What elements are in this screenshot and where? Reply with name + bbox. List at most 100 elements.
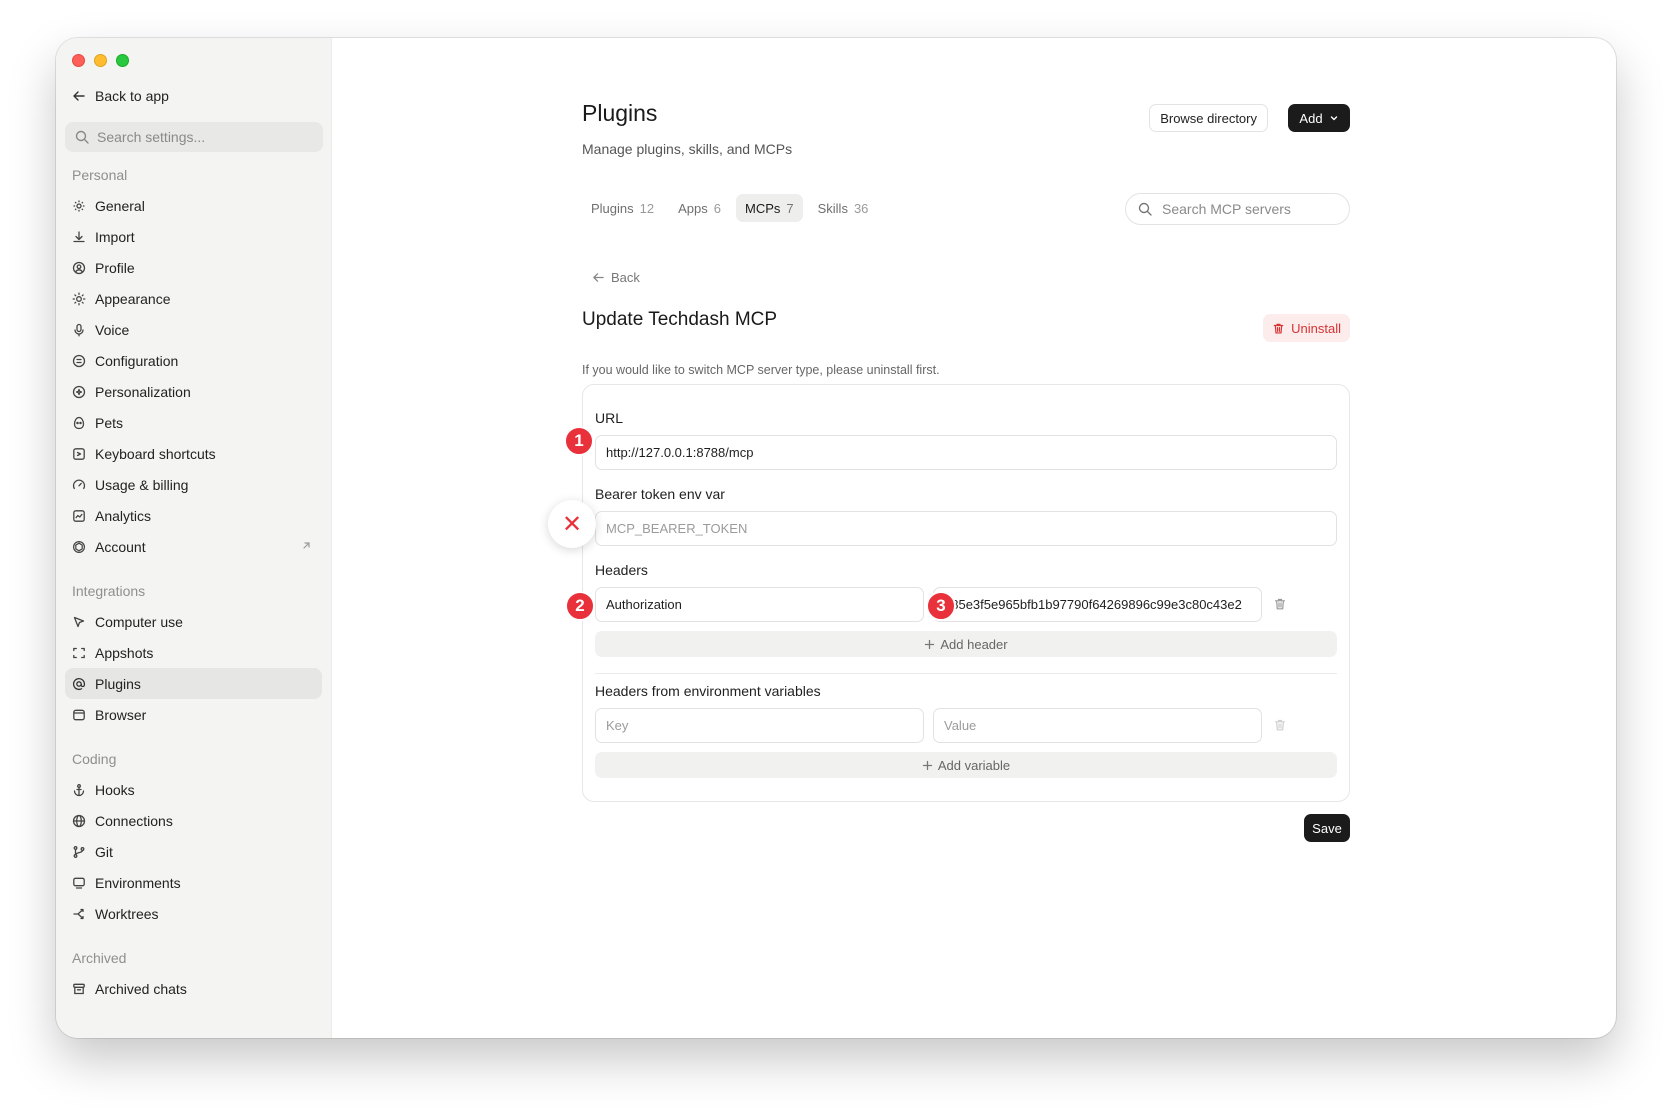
sidebar-item-usage-billing[interactable]: Usage & billing xyxy=(65,469,322,500)
add-button[interactable]: Add xyxy=(1288,104,1350,132)
mcp-detail-title: Update Techdash MCP xyxy=(582,309,778,330)
sidebar-item-voice[interactable]: Voice xyxy=(65,314,322,345)
delete-variable-trash-icon[interactable] xyxy=(1273,718,1287,732)
back-to-app-label: Back to app xyxy=(95,88,169,104)
tab-mcps[interactable]: MCPs 7 xyxy=(735,194,803,222)
search-settings-input[interactable]: Search settings... xyxy=(65,122,323,152)
sidebar-item-analytics[interactable]: Analytics xyxy=(65,500,322,531)
sparkle-circle-icon xyxy=(72,385,86,398)
plus-icon xyxy=(925,639,935,649)
sidebar-item-git[interactable]: Git xyxy=(65,836,322,867)
browser-icon xyxy=(73,709,85,720)
header-value-input[interactable] xyxy=(933,587,1262,622)
git-branch-icon xyxy=(73,845,85,858)
arrow-left-icon xyxy=(73,91,85,101)
switch-type-hint: If you would like to switch MCP server t… xyxy=(582,363,940,377)
tab-count: 6 xyxy=(713,200,721,216)
sidebar-item-plugins[interactable]: Plugins xyxy=(65,668,322,699)
sidebar-item-label: Profile xyxy=(95,259,135,276)
sidebar-item-pets[interactable]: Pets xyxy=(65,407,322,438)
search-settings-placeholder: Search settings... xyxy=(97,129,206,145)
archive-icon xyxy=(73,983,85,994)
search-icon xyxy=(75,130,89,144)
tab-skills[interactable]: Skills 36 xyxy=(809,194,878,222)
annotation-badge-3: 3 xyxy=(926,591,956,621)
sidebar-item-import[interactable]: Import xyxy=(65,221,322,252)
env-key-input[interactable] xyxy=(595,708,924,743)
maximize-window-button[interactable] xyxy=(116,54,129,67)
sidebar-item-label: Configuration xyxy=(95,352,179,369)
uninstall-button[interactable]: Uninstall xyxy=(1263,314,1350,342)
sidebar-item-label: Account xyxy=(95,538,146,555)
sliders-circle-icon xyxy=(72,354,86,367)
annotation-badge-2: 2 xyxy=(565,591,595,621)
sidebar-item-hooks[interactable]: Hooks xyxy=(65,774,322,805)
annotation-x-mark: ✕ xyxy=(548,500,596,548)
tab-count: 36 xyxy=(853,200,869,216)
back-link[interactable]: Back xyxy=(592,270,640,285)
sidebar-item-label: Analytics xyxy=(95,507,152,524)
search-mcp-box xyxy=(1125,193,1350,225)
sidebar-item-label: Appshots xyxy=(95,644,154,661)
section-title-coding: Coding xyxy=(72,751,117,767)
search-icon xyxy=(1138,202,1152,216)
section-title-personal: Personal xyxy=(72,167,128,183)
pet-icon xyxy=(73,416,85,429)
close-window-button[interactable] xyxy=(72,54,85,67)
tab-count: 12 xyxy=(639,200,655,216)
tab-label: Skills xyxy=(817,200,848,216)
add-variable-label: Add variable xyxy=(937,757,1011,773)
trash-icon xyxy=(1273,323,1284,334)
sidebar-item-personalization[interactable]: Personalization xyxy=(65,376,322,407)
add-variable-button[interactable]: Add variable xyxy=(595,752,1337,778)
browse-directory-button[interactable]: Browse directory xyxy=(1149,104,1268,132)
sidebar-item-archived-chats[interactable]: Archived chats xyxy=(65,973,322,1004)
add-button-label: Add xyxy=(1299,110,1323,126)
sidebar-item-appshots[interactable]: Appshots xyxy=(65,637,322,668)
search-mcp-input[interactable] xyxy=(1160,200,1334,218)
sidebar-item-label: Browser xyxy=(95,706,147,723)
url-input[interactable] xyxy=(595,435,1337,470)
sidebar-item-connections[interactable]: Connections xyxy=(65,805,322,836)
delete-header-trash-icon[interactable] xyxy=(1273,597,1287,611)
screenshot-icon xyxy=(73,647,85,658)
back-to-app-link[interactable]: Back to app xyxy=(72,88,169,104)
sidebar-item-configuration[interactable]: Configuration xyxy=(65,345,322,376)
sidebar-item-appearance[interactable]: Appearance xyxy=(65,283,322,314)
download-icon xyxy=(73,230,85,242)
minimize-window-button[interactable] xyxy=(94,54,107,67)
env-value-input[interactable] xyxy=(933,708,1262,743)
sidebar-item-label: Hooks xyxy=(95,781,135,798)
sidebar-item-label: Archived chats xyxy=(95,980,187,997)
tab-count: 7 xyxy=(786,200,794,216)
keyboard-icon xyxy=(73,447,85,460)
bearer-token-label: Bearer token env var xyxy=(595,486,725,502)
bearer-token-input[interactable] xyxy=(595,511,1337,546)
save-button[interactable]: Save xyxy=(1304,814,1350,842)
sidebar-item-worktrees[interactable]: Worktrees xyxy=(65,898,322,929)
sidebar-item-environments[interactable]: Environments xyxy=(65,867,322,898)
sidebar-item-browser[interactable]: Browser xyxy=(65,699,322,730)
window-controls xyxy=(72,54,129,67)
tab-label: MCPs xyxy=(744,200,781,216)
sidebar-item-computer-use[interactable]: Computer use xyxy=(65,606,322,637)
env-headers-label: Headers from environment variables xyxy=(595,683,821,699)
header-key-input[interactable] xyxy=(595,587,924,622)
section-title-integrations: Integrations xyxy=(72,583,146,599)
gauge-icon xyxy=(72,479,86,489)
sidebar-item-keyboard-shortcuts[interactable]: Keyboard shortcuts xyxy=(65,438,322,469)
plus-icon xyxy=(922,760,933,770)
sidebar-item-general[interactable]: General xyxy=(65,190,322,221)
annotation-badge-1: 1 xyxy=(564,426,594,456)
tab-label: Apps xyxy=(678,200,708,216)
tab-apps[interactable]: Apps 6 xyxy=(669,194,730,222)
add-header-button[interactable]: Add header xyxy=(595,631,1337,657)
tab-plugins[interactable]: Plugins 12 xyxy=(582,194,663,222)
sidebar-item-label: Keyboard shortcuts xyxy=(95,445,216,462)
sun-icon xyxy=(72,292,86,305)
sidebar-item-profile[interactable]: Profile xyxy=(65,252,322,283)
tab-label: Plugins xyxy=(591,200,634,216)
sidebar-item-account[interactable]: Account xyxy=(65,531,322,562)
cursor-icon xyxy=(73,616,85,627)
main-panel: Plugins Manage plugins, skills, and MCPs… xyxy=(332,38,1616,1038)
